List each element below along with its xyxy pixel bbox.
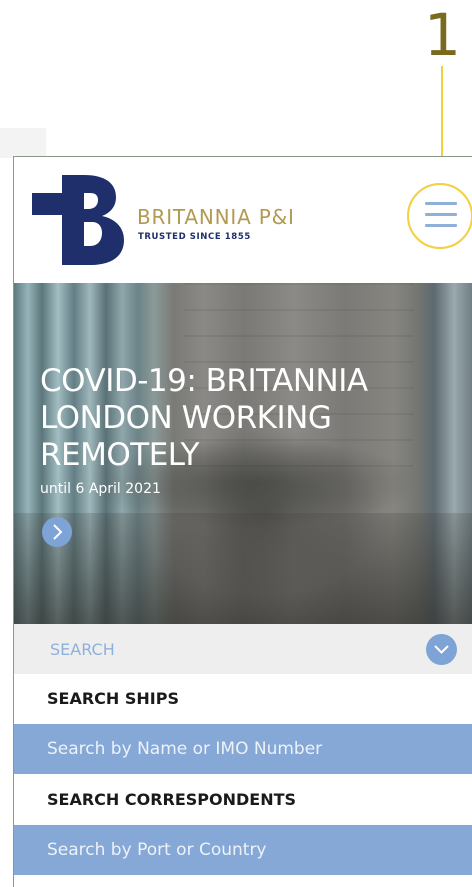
menu-bar — [425, 202, 457, 205]
search-ships-label: SEARCH SHIPS — [47, 689, 179, 708]
annotation-number: 1 — [424, 1, 461, 69]
chevron-right-icon — [53, 524, 63, 540]
britannia-logo-icon[interactable] — [32, 175, 126, 265]
chevron-down-icon — [434, 645, 449, 654]
search-ships-heading: SEARCH SHIPS — [14, 674, 472, 724]
hero-next-button[interactable] — [42, 517, 72, 547]
site-header: BRITANNIA P&I TRUSTED SINCE 1855 — [14, 157, 472, 284]
mobile-screen: BRITANNIA P&I TRUSTED SINCE 1855 COVID-1… — [13, 156, 472, 887]
hamburger-menu-icon[interactable] — [425, 202, 457, 228]
search-correspondents-label: SEARCH CORRESPONDENTS — [47, 790, 297, 809]
search-toggle-button[interactable] — [426, 634, 457, 665]
search-correspondents-heading: SEARCH CORRESPONDENTS — [14, 775, 472, 825]
search-correspondents-input[interactable] — [14, 825, 472, 875]
search-ships-input[interactable] — [14, 724, 472, 774]
hero-banner[interactable]: COVID-19: BRITANNIA LONDON WORKING REMOT… — [14, 283, 472, 624]
search-label: SEARCH — [50, 640, 115, 659]
hero-title[interactable]: COVID-19: BRITANNIA LONDON WORKING REMOT… — [40, 363, 420, 474]
menu-bar — [425, 213, 457, 216]
background-tab — [0, 128, 46, 158]
search-toggle-bar[interactable]: SEARCH — [14, 624, 472, 674]
brand-tagline: TRUSTED SINCE 1855 — [138, 232, 251, 242]
menu-bar — [425, 224, 457, 227]
hero-subtitle: until 6 April 2021 — [40, 481, 161, 497]
brand-name: BRITANNIA P&I — [137, 205, 295, 229]
